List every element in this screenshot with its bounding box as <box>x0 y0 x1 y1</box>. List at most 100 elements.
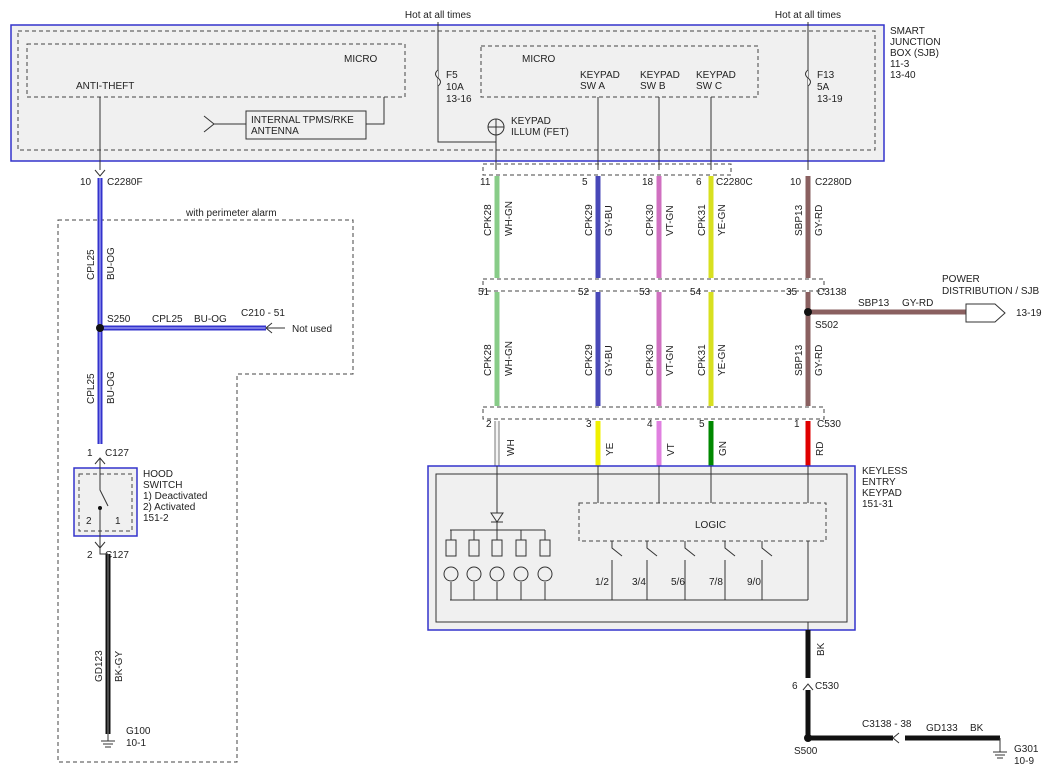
c127-top-label: C127 <box>105 448 129 459</box>
upper-wire-4-circuit: CPK31 <box>697 204 708 236</box>
lower-wire-2-circuit: CPK29 <box>584 344 595 376</box>
c2280f-pin: 10 <box>80 177 92 188</box>
gd123-circuit: GD123 <box>94 650 105 682</box>
micro-left-label: MICRO <box>344 54 378 65</box>
hot-at-all-times-right: Hot at all times <box>775 10 841 21</box>
c3138-38-label: C3138 - 38 <box>862 719 912 730</box>
c530-bk-pin: 6 <box>792 681 798 692</box>
upper-wire-3-circuit: CPK30 <box>645 204 656 236</box>
switch-1-label: 1/2 <box>595 577 609 588</box>
f5-label-line-3: 13-16 <box>446 94 472 105</box>
g301-label-line-1: G301 <box>1014 744 1039 755</box>
c3138-pin-1: 51 <box>478 287 490 298</box>
sjb-title-line-5: 13-40 <box>890 70 916 81</box>
upper-wire-4-color: YE-GN <box>717 204 728 236</box>
led-3-resistor-icon <box>491 539 503 557</box>
f5-label-line-1: F5 <box>446 70 458 81</box>
f13-label-line-2: 5A <box>817 82 830 93</box>
keypad-title-line-2: ENTRY <box>862 477 896 488</box>
c2280d-label: C2280D <box>815 177 852 188</box>
c530-dashed-connector <box>482 406 825 420</box>
lower-wire-3-color: VT-GN <box>665 345 676 376</box>
upper-wire-2-circuit: CPK29 <box>584 204 595 236</box>
cpl25-branch-color: BU-OG <box>194 314 227 325</box>
cpl25-lower-color: BU-OG <box>106 371 117 404</box>
keypad-sw-a-line-2: SW A <box>580 81 605 92</box>
hood-label-line-3: 1) Deactivated <box>143 491 207 502</box>
led-2-resistor-icon <box>468 539 480 557</box>
s500-splice-icon <box>804 734 812 742</box>
power-color: GY-RD <box>902 298 933 309</box>
led-4-icon <box>513 566 529 582</box>
c2280d-pin: 10 <box>790 177 802 188</box>
drop-color-wh: WH <box>506 439 517 456</box>
illum-label-line-1: KEYPAD <box>511 116 551 127</box>
c3138-dashed-connector <box>482 278 825 292</box>
c530-pin-3: 4 <box>647 419 653 430</box>
keypad-title-line-4: 151-31 <box>862 499 894 510</box>
c3138-pin-2: 52 <box>578 287 590 298</box>
cpl25-branch-circuit: CPL25 <box>152 314 183 325</box>
led-2-icon <box>466 566 482 582</box>
switch-5-label: 9/0 <box>747 577 761 588</box>
lower-wire-5-color: GY-RD <box>814 345 825 376</box>
g100-ground-icon <box>101 734 115 748</box>
keypad-sw-a-line-1: KEYPAD <box>580 70 620 81</box>
s502-splice-icon <box>804 308 812 316</box>
c2280c-pin-1: 11 <box>480 177 491 188</box>
wiring-diagram: Hot at all times Hot at all times SMART … <box>10 10 1042 767</box>
c127-top-pin: 1 <box>87 448 93 459</box>
c530-pin-4: 5 <box>699 419 705 430</box>
c3138-pin-5: 35 <box>786 287 798 298</box>
sjb-title-line-3: BOX (SJB) <box>890 48 939 59</box>
hood-label-line-2: SWITCH <box>143 480 182 491</box>
c2280f-label: C2280F <box>107 177 143 188</box>
lower-wire-4-circuit: CPK31 <box>697 344 708 376</box>
led-4-resistor-icon <box>515 539 527 557</box>
power-circuit: SBP13 <box>858 298 890 309</box>
logic-label: LOGIC <box>695 520 726 531</box>
power-page-ref: 13-19 <box>1016 308 1042 319</box>
hood-label-line-1: HOOD <box>143 469 173 480</box>
switch-3-label: 5/6 <box>671 577 685 588</box>
hot-at-all-times-left: Hot at all times <box>405 10 471 21</box>
c210-51-connector-icon <box>265 322 285 334</box>
illum-label-line-2: ILLUM (FET) <box>511 127 569 138</box>
upper-wire-1-circuit: CPK28 <box>483 204 494 236</box>
keypad-sw-b-line-1: KEYPAD <box>640 70 680 81</box>
cpl25-upper-color: BU-OG <box>106 247 117 280</box>
power-label-line-2: DISTRIBUTION / SJB <box>942 286 1040 297</box>
bk-wire-color: BK <box>816 642 827 656</box>
c2280c-pin-3: 18 <box>642 177 654 188</box>
switch-2-label: 3/4 <box>632 577 646 588</box>
lower-wire-2-color: GY-BU <box>604 345 615 376</box>
sjb-module-box <box>10 24 885 162</box>
hood-pin-2: 2 <box>86 516 92 527</box>
upper-wire-5-circuit: SBP13 <box>794 204 805 236</box>
perimeter-alarm-label: with perimeter alarm <box>185 208 277 219</box>
c3138-label: C3138 <box>817 287 847 298</box>
c3138-38-connector-icon <box>892 732 900 744</box>
led-1-resistor-icon <box>445 539 457 557</box>
power-arrow-icon <box>965 303 1006 323</box>
c530-bk-label: C530 <box>815 681 839 692</box>
lower-wire-1-color: WH-GN <box>504 341 515 376</box>
drop-color-gn: GN <box>718 441 729 456</box>
s250-label: S250 <box>107 314 131 325</box>
keypad-title-line-3: KEYPAD <box>862 488 902 499</box>
c2280c-pin-2: 5 <box>582 177 588 188</box>
drop-color-vt: VT <box>666 443 677 456</box>
hood-label-line-4: 2) Activated <box>143 502 195 513</box>
c530-pin-5: 1 <box>794 419 800 430</box>
s250-splice-icon <box>96 324 104 332</box>
led-1-icon <box>443 566 459 582</box>
c530-bk-connector-icon <box>802 683 814 691</box>
sjb-title-line-4: 11-3 <box>890 59 910 70</box>
keypad-sw-c-line-1: KEYPAD <box>696 70 736 81</box>
f13-label-line-3: 13-19 <box>817 94 843 105</box>
sjb-title-line-1: SMART <box>890 26 925 37</box>
gd123-color: BK-GY <box>114 651 125 682</box>
g100-label-line-2: 10-1 <box>126 738 146 749</box>
sjb-title-line-2: JUNCTION <box>890 37 941 48</box>
lower-wire-5-circuit: SBP13 <box>794 344 805 376</box>
